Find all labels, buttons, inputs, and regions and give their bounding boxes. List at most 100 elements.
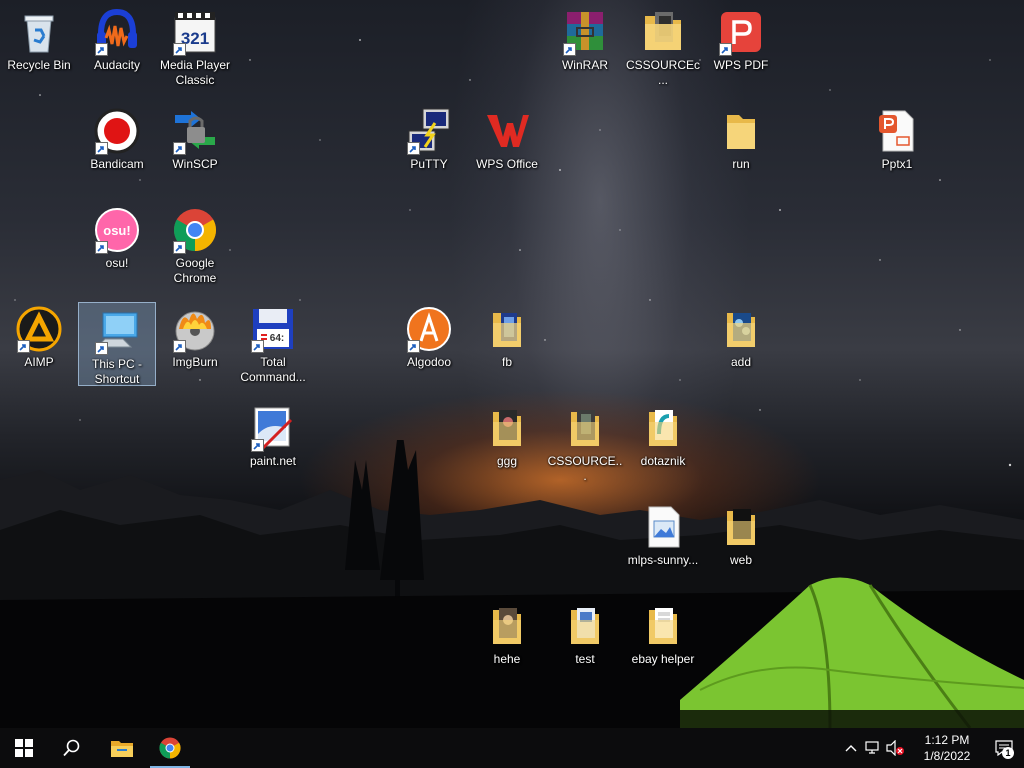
desktop-icon-run-folder[interactable]: run bbox=[702, 103, 780, 187]
clock-date: 1/8/2022 bbox=[923, 749, 971, 763]
desktop-icon-algodoo[interactable]: Algodoo bbox=[390, 301, 468, 385]
desktop-icon-label: ImgBurn bbox=[172, 355, 218, 369]
desktop-icon-winrar[interactable]: WinRAR bbox=[546, 4, 624, 88]
shortcut-arrow-icon bbox=[173, 340, 186, 353]
network-button[interactable] bbox=[862, 728, 884, 768]
action-center-button[interactable]: 1 bbox=[984, 728, 1024, 768]
algodoo-icon bbox=[405, 305, 453, 353]
taskbar: 1:12 PM 1/8/2022 1 bbox=[0, 728, 1024, 768]
desktop-icon-recycle-bin[interactable]: Recycle Bin bbox=[0, 4, 78, 88]
folder-icon bbox=[483, 602, 531, 650]
desktop[interactable]: Recycle Bin Audacity 321 Media Player Cl… bbox=[0, 0, 1024, 728]
taskbar-file-explorer[interactable] bbox=[98, 728, 146, 768]
aimp-icon bbox=[15, 305, 63, 353]
image-file-icon bbox=[639, 503, 687, 551]
folder-icon bbox=[639, 602, 687, 650]
taskbar-clock[interactable]: 1:12 PM 1/8/2022 bbox=[910, 732, 984, 764]
svg-text:64:: 64: bbox=[270, 333, 284, 344]
wps-pdf-icon bbox=[717, 8, 765, 56]
desktop-icon-label: Algodoo bbox=[406, 355, 452, 369]
desktop-icon-label: CSSOURCEc... bbox=[625, 58, 700, 87]
desktop-icon-ggg-folder[interactable]: ggg bbox=[468, 400, 546, 484]
presentation-file-icon bbox=[873, 107, 921, 155]
desktop-icon-cssource-folder-1[interactable]: CSSOURCEc... bbox=[624, 4, 702, 88]
folder-icon bbox=[717, 503, 765, 551]
desktop-icon-label: ebay helper bbox=[631, 652, 695, 666]
desktop-icon-label: run bbox=[732, 157, 750, 171]
computer-icon bbox=[93, 307, 141, 355]
volume-button[interactable] bbox=[884, 728, 906, 768]
desktop-icon-label: hehe bbox=[493, 652, 521, 666]
putty-icon bbox=[405, 107, 453, 155]
desktop-icon-total-commander[interactable]: 64: Total Command... bbox=[234, 301, 312, 385]
svg-text:osu!: osu! bbox=[103, 223, 130, 238]
shortcut-arrow-icon bbox=[95, 241, 108, 254]
desktop-icon-aimp[interactable]: AIMP bbox=[0, 301, 78, 385]
folder-icon bbox=[561, 602, 609, 650]
desktop-icon-paint-net[interactable]: paint.net bbox=[234, 400, 312, 484]
winrar-icon bbox=[561, 8, 609, 56]
taskbar-chrome[interactable] bbox=[146, 728, 194, 768]
shortcut-arrow-icon bbox=[173, 142, 186, 155]
show-hidden-icons-button[interactable] bbox=[840, 728, 862, 768]
desktop-icon-add-folder[interactable]: add bbox=[702, 301, 780, 385]
chrome-icon bbox=[159, 737, 181, 759]
shortcut-arrow-icon bbox=[17, 340, 30, 353]
desktop-icon-google-chrome[interactable]: Google Chrome bbox=[156, 202, 234, 286]
desktop-icon-winscp[interactable]: WinSCP bbox=[156, 103, 234, 187]
desktop-icon-label: WPS Office bbox=[476, 157, 538, 171]
desktop-icon-cssource-folder-2[interactable]: CSSOURCE... bbox=[546, 400, 624, 484]
desktop-icon-label: Google Chrome bbox=[173, 256, 217, 285]
folder-icon bbox=[639, 404, 687, 452]
desktop-icon-test-folder[interactable]: test bbox=[546, 598, 624, 682]
desktop-icon-this-pc-shortcut[interactable]: This PC - Shortcut bbox=[78, 302, 156, 386]
system-tray: 1:12 PM 1/8/2022 1 bbox=[840, 728, 1024, 768]
windows-logo-icon bbox=[15, 739, 33, 757]
notification-count-badge: 1 bbox=[1002, 747, 1014, 759]
desktop-icon-hehe-folder[interactable]: hehe bbox=[468, 598, 546, 682]
desktop-icon-pptx1[interactable]: Pptx1 bbox=[858, 103, 936, 187]
desktop-icon-label: fb bbox=[501, 355, 512, 369]
chrome-icon bbox=[171, 206, 219, 254]
file-explorer-icon bbox=[111, 741, 133, 757]
desktop-icon-label: web bbox=[729, 553, 752, 567]
shortcut-arrow-icon bbox=[95, 43, 108, 56]
search-icon bbox=[63, 739, 80, 757]
desktop-icon-label: AIMP bbox=[24, 355, 54, 369]
shortcut-arrow-icon bbox=[719, 43, 732, 56]
desktop-icon-wps-pdf[interactable]: WPS PDF bbox=[702, 4, 780, 88]
desktop-icon-label: This PC - Shortcut bbox=[91, 357, 142, 386]
desktop-icon-label: dotaznik bbox=[640, 454, 686, 468]
folder-icon bbox=[639, 8, 687, 56]
desktop-icon-wps-office[interactable]: WPS Office bbox=[468, 103, 546, 187]
desktop-icon-putty[interactable]: PuTTY bbox=[390, 103, 468, 187]
shortcut-arrow-icon bbox=[407, 340, 420, 353]
desktop-icon-ebay-helper-folder[interactable]: ebay helper bbox=[624, 598, 702, 682]
audacity-icon bbox=[93, 8, 141, 56]
desktop-icon-bandicam[interactable]: Bandicam bbox=[78, 103, 156, 187]
desktop-icon-fb-folder[interactable]: fb bbox=[468, 301, 546, 385]
desktop-icon-label: PuTTY bbox=[410, 157, 448, 171]
desktop-icon-media-player-classic[interactable]: 321 Media Player Classic bbox=[156, 4, 234, 88]
wps-office-icon bbox=[483, 107, 531, 155]
paint-net-icon bbox=[249, 404, 297, 452]
shortcut-arrow-icon bbox=[563, 43, 576, 56]
desktop-icon-imgburn[interactable]: ImgBurn bbox=[156, 301, 234, 385]
start-button[interactable] bbox=[0, 728, 48, 768]
desktop-icon-label: osu! bbox=[105, 256, 129, 270]
desktop-icon-label: Recycle Bin bbox=[7, 58, 71, 72]
volume-muted-icon bbox=[886, 740, 904, 756]
shortcut-arrow-icon bbox=[407, 142, 420, 155]
desktop-icon-osu[interactable]: osu! osu! bbox=[78, 202, 156, 286]
search-button[interactable] bbox=[48, 728, 96, 768]
total-commander-icon: 64: bbox=[249, 305, 297, 353]
desktop-icon-audacity[interactable]: Audacity bbox=[78, 4, 156, 88]
desktop-icon-label: Bandicam bbox=[90, 157, 144, 171]
desktop-icon-mlps-sunny[interactable]: mlps-sunny... bbox=[624, 499, 702, 583]
desktop-icon-dotaznik-folder[interactable]: dotaznik bbox=[624, 400, 702, 484]
folder-icon bbox=[717, 107, 765, 155]
folder-icon bbox=[561, 404, 609, 452]
desktop-icon-web-folder[interactable]: web bbox=[702, 499, 780, 583]
desktop-icon-label: Audacity bbox=[93, 58, 141, 72]
network-icon bbox=[865, 741, 879, 754]
